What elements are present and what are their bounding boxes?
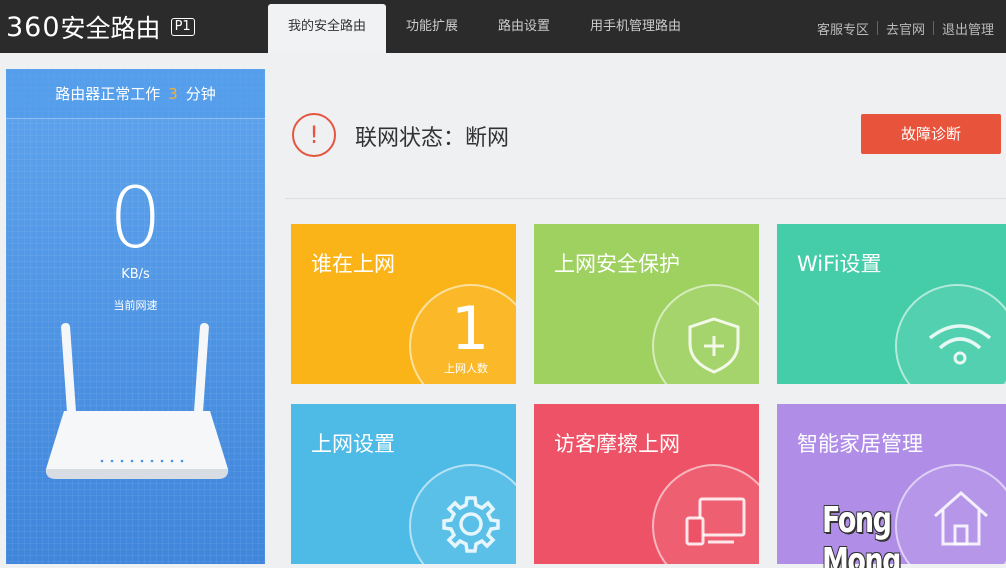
shield-plus-icon (688, 317, 740, 374)
router-status-panel: 路由器正常工作 3 分钟 0 KB/s 当前网速 (6, 69, 265, 564)
logo-text: 安全路由 (60, 14, 161, 43)
official-site-link[interactable]: 去官网 (878, 19, 933, 38)
diagnose-button[interactable]: 故障诊断 (861, 114, 1001, 154)
tile-title: WiFi设置 (797, 252, 882, 276)
logo[interactable]: 360 安全路由 P1 (6, 11, 195, 43)
logo-number: 360 (6, 11, 61, 43)
tile-security-protection[interactable]: 上网安全保护 (534, 224, 759, 384)
model-badge: P1 (170, 18, 195, 36)
uptime-bar: 路由器正常工作 3 分钟 (6, 69, 265, 119)
top-bar: 360 安全路由 P1 我的安全路由 功能扩展 路由设置 用手机管理路由 客服专… (0, 0, 1006, 53)
tile-internet-settings[interactable]: 上网设置 (291, 404, 516, 564)
warning-icon: ! (292, 113, 336, 157)
network-status: 联网状态：断网 (355, 126, 510, 151)
divider (285, 198, 1006, 199)
tile-wifi-settings[interactable]: WiFi设置 (777, 224, 1006, 384)
online-count-label: 上网人数 (444, 362, 488, 375)
tile-title: 上网设置 (311, 432, 395, 456)
speed-label: 当前网速 (113, 299, 158, 312)
devices-icon (685, 497, 746, 546)
tab-router-settings[interactable]: 路由设置 (478, 4, 570, 53)
gear-icon (442, 496, 500, 553)
tab-my-router[interactable]: 我的安全路由 (268, 4, 387, 53)
tile-who-online[interactable]: 谁在上网 1 上网人数 (291, 224, 516, 384)
speed-value: 0 (108, 169, 163, 267)
uptime-prefix: 路由器正常工作 (55, 85, 161, 103)
tile-title: 智能家居管理 (797, 432, 923, 456)
speed-unit: KB/s (121, 267, 150, 282)
tab-extensions[interactable]: 功能扩展 (386, 4, 478, 53)
wifi-icon (928, 324, 992, 365)
main-nav: 我的安全路由 功能扩展 路由设置 用手机管理路由 (268, 4, 701, 53)
online-count: 1 (451, 294, 490, 364)
watermark: Fong Mong (822, 500, 901, 568)
tile-guest-network[interactable]: 访客摩擦上网 (534, 404, 759, 564)
tile-title: 访客摩擦上网 (554, 432, 680, 456)
uptime-suffix: 分钟 (185, 85, 216, 103)
logout-link[interactable]: 退出管理 (934, 19, 1002, 38)
uptime-minutes: 3 (168, 85, 178, 103)
tab-mobile-manage[interactable]: 用手机管理路由 (570, 4, 701, 53)
top-links: 客服专区 去官网 退出管理 (809, 19, 1002, 38)
router-illustration (45, 323, 229, 479)
support-link[interactable]: 客服专区 (809, 19, 877, 38)
tile-title: 谁在上网 (311, 252, 395, 276)
tile-title: 上网安全保护 (554, 252, 680, 276)
